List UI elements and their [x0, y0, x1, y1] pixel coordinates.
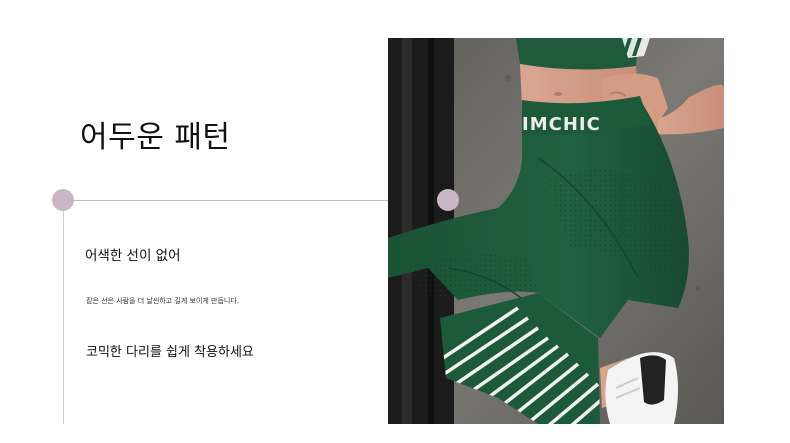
- feature-subheading: 어색한 선이 없어: [85, 248, 181, 264]
- right-accent-dot: [437, 189, 459, 211]
- feature-tagline: 코믹한 다리를 쉽게 착용하세요: [86, 345, 254, 360]
- product-detail-section: 어두운 패턴 어색한 선이 없어 짙은 선은 사람을 더 날씬하고 길게 보이게…: [0, 0, 790, 443]
- vertical-divider-line: [62, 198, 64, 424]
- feature-description: 짙은 선은 사람을 더 날씬하고 길게 보이게 만듭니다.: [86, 297, 240, 305]
- product-photo: IMCHIC: [388, 38, 724, 424]
- waistband-logo: IMCHIC: [522, 114, 601, 135]
- left-accent-dot: [52, 189, 74, 211]
- section-title: 어두운 패턴: [80, 120, 231, 155]
